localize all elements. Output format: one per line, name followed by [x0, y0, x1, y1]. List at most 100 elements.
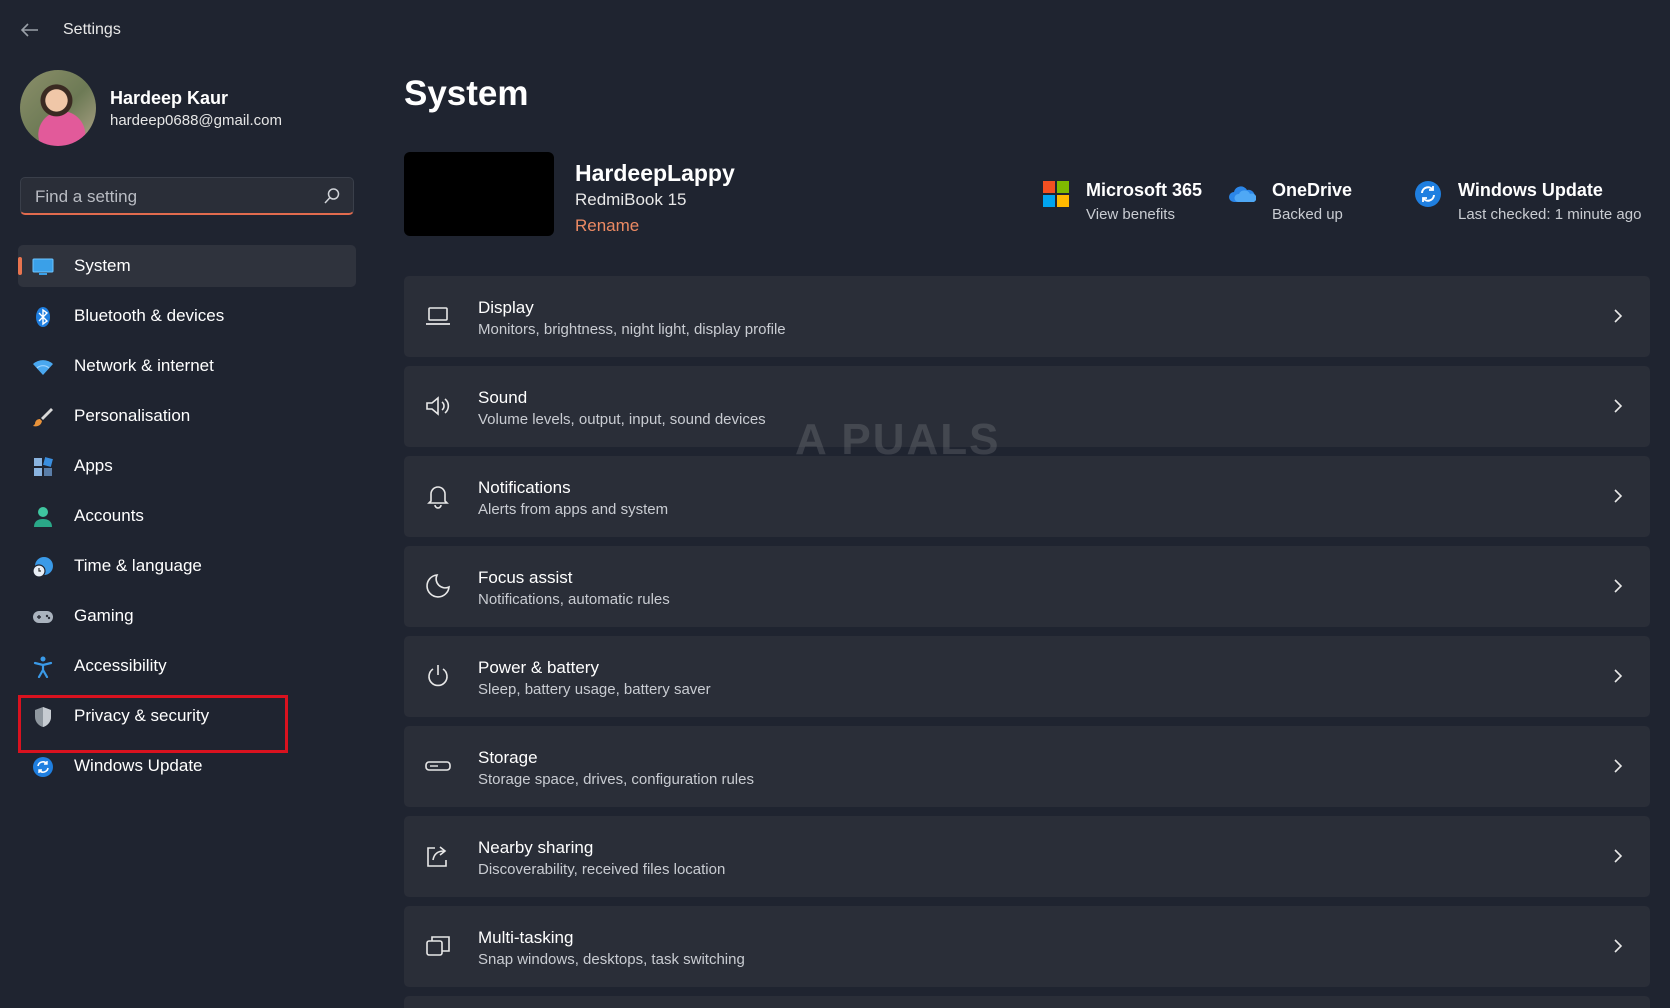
- title-bar: Settings: [0, 0, 1670, 60]
- chevron-right-icon: [1614, 399, 1623, 413]
- card-subtitle: Alerts from apps and system: [478, 501, 669, 518]
- main-content: System HardeepLappy RedmiBook 15 Rename …: [404, 60, 1650, 1008]
- globe-clock-icon: [32, 556, 54, 578]
- sidebar-item-gaming[interactable]: Gaming: [18, 595, 356, 637]
- update-icon: [32, 756, 54, 778]
- chevron-right-icon: [1614, 669, 1623, 683]
- search-input[interactable]: [33, 184, 317, 210]
- watermark: A PUALS: [795, 415, 1001, 464]
- settings-card-multi-tasking[interactable]: Multi-tasking Snap windows, desktops, ta…: [404, 906, 1650, 987]
- sidebar-item-label: Time & language: [74, 556, 202, 575]
- sidebar-item-personalisation[interactable]: Personalisation: [18, 395, 356, 437]
- card-title: Sound: [478, 388, 528, 407]
- sidebar-item-label: System: [74, 256, 131, 275]
- sidebar-item-label: Network & internet: [74, 356, 214, 375]
- chevron-right-icon: [1614, 849, 1623, 863]
- app-title: Settings: [63, 21, 121, 38]
- card-subtitle: Monitors, brightness, night light, displ…: [478, 321, 786, 338]
- bluetooth-icon: [32, 306, 54, 328]
- profile-name: Hardeep Kaur: [110, 88, 229, 108]
- sidebar-item-label: Gaming: [74, 606, 134, 625]
- sidebar-item-system[interactable]: System: [18, 245, 356, 287]
- card-title: Nearby sharing: [478, 838, 594, 857]
- card-subtitle: Sleep, battery usage, battery saver: [478, 681, 711, 698]
- moon-icon: [426, 574, 450, 598]
- card-title: Display: [478, 298, 534, 317]
- power-icon: [428, 665, 448, 687]
- device-info: HardeepLappy RedmiBook 15 Rename: [404, 152, 1004, 236]
- tile-microsoft-365[interactable]: Microsoft 365 View benefits: [1042, 168, 1212, 228]
- settings-card-power-battery[interactable]: Power & battery Sleep, battery usage, ba…: [404, 636, 1650, 717]
- tile-subtitle: Last checked: 1 minute ago: [1458, 206, 1642, 223]
- user-profile[interactable]: Hardeep Kaur hardeep0688@gmail.com: [20, 70, 360, 146]
- sidebar-item-label: Bluetooth & devices: [74, 306, 225, 325]
- profile-email: hardeep0688@gmail.com: [110, 112, 282, 129]
- device-thumbnail: [404, 152, 554, 236]
- sidebar: Hardeep Kaur hardeep0688@gmail.com Syste…: [0, 60, 380, 1002]
- tile-title: Microsoft 365: [1086, 180, 1203, 200]
- microsoft-logo-icon: [1043, 181, 1069, 207]
- sidebar-item-label: Accessibility: [74, 656, 167, 675]
- tile-windows-update[interactable]: Windows Update Last checked: 1 minute ag…: [1414, 168, 1650, 228]
- tile-onedrive[interactable]: OneDrive Backed up: [1228, 168, 1378, 228]
- tile-title: Windows Update: [1458, 180, 1603, 200]
- apps-icon: [32, 456, 54, 478]
- onedrive-cloud-icon: [1229, 186, 1256, 202]
- rename-link[interactable]: Rename: [575, 216, 639, 236]
- page-title: System: [404, 74, 529, 113]
- accessibility-icon: [32, 656, 54, 678]
- back-arrow-icon: [21, 23, 38, 37]
- sidebar-item-label: Windows Update: [74, 756, 203, 775]
- paintbrush-icon: [32, 406, 54, 428]
- card-subtitle: Volume levels, output, input, sound devi…: [478, 411, 766, 428]
- wifi-icon: [32, 356, 54, 378]
- highlight-box: [18, 695, 288, 753]
- tile-subtitle: View benefits: [1086, 206, 1175, 223]
- card-title: Focus assist: [478, 568, 573, 587]
- settings-list: Display Monitors, brightness, night ligh…: [404, 276, 1650, 1008]
- chevron-right-icon: [1614, 489, 1623, 503]
- settings-card-storage[interactable]: Storage Storage space, drives, configura…: [404, 726, 1650, 807]
- settings-card-focus-assist[interactable]: Focus assist Notifications, automatic ru…: [404, 546, 1650, 627]
- card-title: Power & battery: [478, 658, 599, 677]
- speaker-icon: [426, 396, 450, 416]
- sidebar-item-label: Personalisation: [74, 406, 191, 425]
- sidebar-item-time-language[interactable]: Time & language: [18, 545, 356, 587]
- sidebar-item-bluetooth[interactable]: Bluetooth & devices: [18, 295, 356, 337]
- card-subtitle: Discoverability, received files location: [478, 861, 726, 878]
- multitask-icon: [426, 936, 450, 956]
- sidebar-item-label: Accounts: [74, 506, 144, 525]
- sidebar-item-network[interactable]: Network & internet: [18, 345, 356, 387]
- chevron-right-icon: [1614, 579, 1623, 593]
- search-box[interactable]: [20, 177, 354, 215]
- share-icon: [427, 846, 447, 867]
- tile-subtitle: Backed up: [1272, 206, 1343, 223]
- chevron-right-icon: [1614, 309, 1623, 323]
- settings-card-partial[interactable]: [404, 996, 1650, 1008]
- search-icon[interactable]: [323, 187, 341, 205]
- tile-title: OneDrive: [1272, 180, 1353, 200]
- update-icon: [1415, 181, 1441, 207]
- bell-icon: [427, 486, 449, 509]
- device-name: HardeepLappy: [575, 160, 735, 186]
- laptop-icon: [426, 307, 450, 325]
- settings-card-sound[interactable]: Sound Volume levels, output, input, soun…: [404, 366, 1650, 447]
- sidebar-item-apps[interactable]: Apps: [18, 445, 356, 487]
- chevron-right-icon: [1614, 759, 1623, 773]
- card-subtitle: Notifications, automatic rules: [478, 591, 670, 608]
- sidebar-item-accounts[interactable]: Accounts: [18, 495, 356, 537]
- card-subtitle: Storage space, drives, configuration rul…: [478, 771, 754, 788]
- settings-card-nearby-sharing[interactable]: Nearby sharing Discoverability, received…: [404, 816, 1650, 897]
- avatar[interactable]: [20, 70, 96, 146]
- chevron-right-icon: [1614, 939, 1623, 953]
- card-title: Notifications: [478, 478, 571, 497]
- sidebar-item-label: Apps: [74, 456, 113, 475]
- card-title: Multi-tasking: [478, 928, 574, 947]
- sidebar-item-accessibility[interactable]: Accessibility: [18, 645, 356, 687]
- accounts-icon: [32, 506, 54, 528]
- back-button[interactable]: [18, 18, 42, 42]
- settings-card-notifications[interactable]: Notifications Alerts from apps and syste…: [404, 456, 1650, 537]
- storage-drive-icon: [425, 761, 451, 771]
- system-monitor-icon: [32, 256, 54, 278]
- settings-card-display[interactable]: Display Monitors, brightness, night ligh…: [404, 276, 1650, 357]
